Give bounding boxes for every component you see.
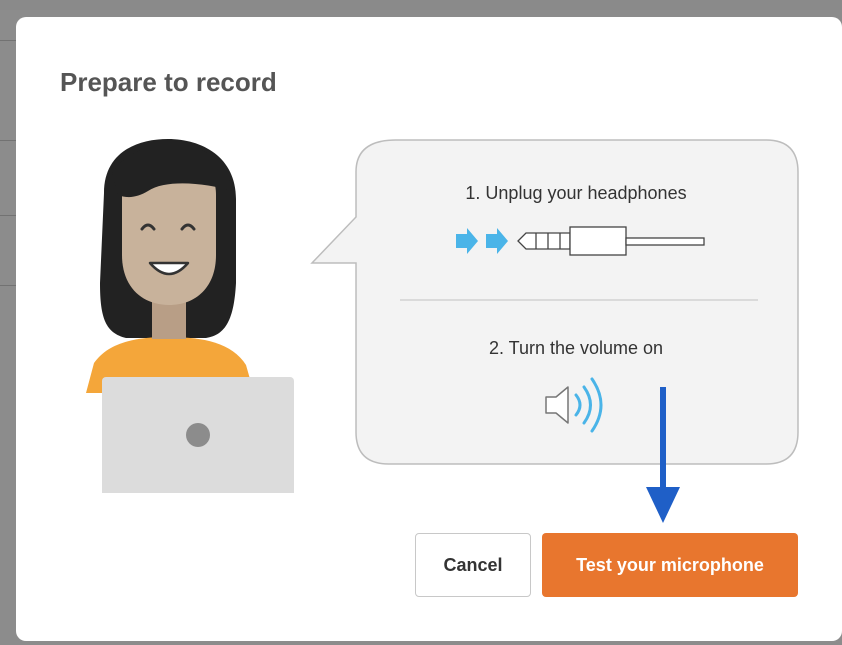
speaker-volume-icon bbox=[545, 377, 603, 433]
step-unplug-headphones: 1. Unplug your headphones bbox=[465, 183, 687, 203]
down-arrow-annotation-icon bbox=[646, 387, 680, 523]
dialog-title: Prepare to record bbox=[60, 67, 277, 97]
cancel-button[interactable]: Cancel bbox=[415, 533, 531, 597]
headphone-jack-icon bbox=[456, 226, 705, 256]
prepare-to-record-dialog: Prepare to record 1. Unplug your headpho… bbox=[16, 17, 842, 641]
step-turn-volume-on: 2. Turn the volume on bbox=[488, 338, 664, 358]
person-with-laptop-illustration bbox=[86, 139, 294, 493]
test-microphone-button[interactable]: Test your microphone bbox=[542, 533, 798, 597]
